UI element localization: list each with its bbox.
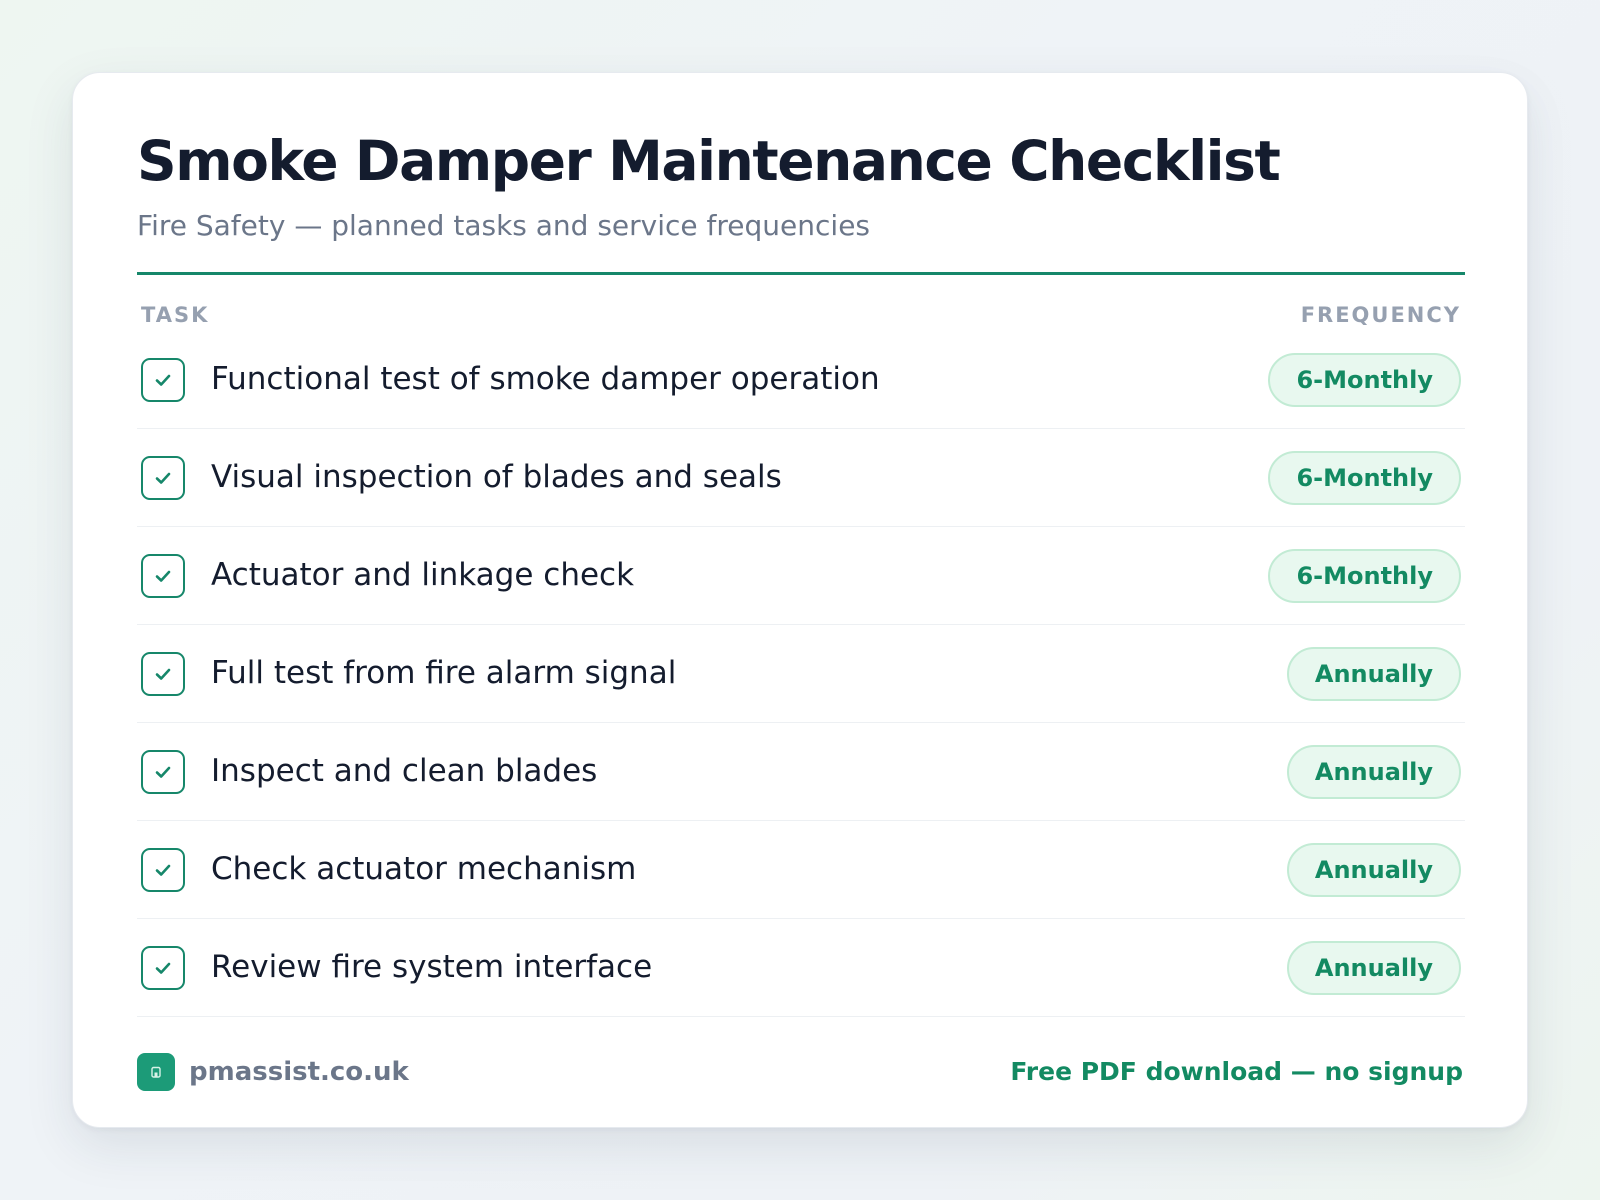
- task-row: Check actuator mechanism Annually: [137, 821, 1465, 919]
- frequency-badge: Annually: [1286, 843, 1461, 897]
- task-label: Full test from fire alarm signal: [211, 655, 677, 691]
- column-header-frequency: FREQUENCY: [1300, 303, 1461, 327]
- task-label: Visual inspection of blades and seals: [211, 459, 782, 495]
- checklist-card: Smoke Damper Maintenance Checklist Fire …: [72, 72, 1528, 1128]
- task-checkbox[interactable]: [141, 456, 185, 500]
- building-icon: [151, 1066, 161, 1078]
- page-title: Smoke Damper Maintenance Checklist: [137, 129, 1281, 193]
- checkmark-icon: [155, 570, 171, 582]
- checkmark-icon: [155, 962, 171, 974]
- frequency-badge: 6-Monthly: [1268, 451, 1461, 505]
- task-label: Check actuator mechanism: [211, 851, 637, 887]
- task-checkbox[interactable]: [141, 358, 185, 402]
- checkmark-icon: [155, 472, 171, 484]
- frequency-badge: 6-Monthly: [1268, 353, 1461, 407]
- task-row: Review fire system interface Annually: [137, 919, 1465, 1017]
- frequency-badge: 6-Monthly: [1268, 549, 1461, 603]
- task-checkbox[interactable]: [141, 848, 185, 892]
- task-row: Functional test of smoke damper operatio…: [137, 331, 1465, 429]
- task-checkbox[interactable]: [141, 652, 185, 696]
- checkmark-icon: [155, 864, 171, 876]
- checkmark-icon: [155, 374, 171, 386]
- pdf-download-link[interactable]: Free PDF download — no signup: [1010, 1057, 1463, 1086]
- checkmark-icon: [155, 766, 171, 778]
- task-list: Functional test of smoke damper operatio…: [137, 331, 1465, 1017]
- checkmark-icon: [155, 668, 171, 680]
- frequency-badge: Annually: [1286, 745, 1461, 799]
- title-divider: [137, 272, 1465, 275]
- frequency-badge: Annually: [1286, 647, 1461, 701]
- task-checkbox[interactable]: [141, 750, 185, 794]
- task-checkbox[interactable]: [141, 554, 185, 598]
- task-row: Actuator and linkage check 6-Monthly: [137, 527, 1465, 625]
- task-row: Visual inspection of blades and seals 6-…: [137, 429, 1465, 527]
- frequency-badge: Annually: [1286, 941, 1461, 995]
- task-label: Functional test of smoke damper operatio…: [211, 361, 880, 397]
- task-checkbox[interactable]: [141, 946, 185, 990]
- page-subtitle: Fire Safety — planned tasks and service …: [137, 209, 871, 242]
- site-logo[interactable]: [137, 1053, 175, 1091]
- task-row: Inspect and clean blades Annually: [137, 723, 1465, 821]
- task-label: Review fire system interface: [211, 949, 653, 985]
- site-link[interactable]: pmassist.co.uk: [189, 1057, 409, 1087]
- column-header-task: TASK: [141, 303, 210, 327]
- task-label: Inspect and clean blades: [211, 753, 598, 789]
- task-row: Full test from fire alarm signal Annuall…: [137, 625, 1465, 723]
- task-label: Actuator and linkage check: [211, 557, 635, 593]
